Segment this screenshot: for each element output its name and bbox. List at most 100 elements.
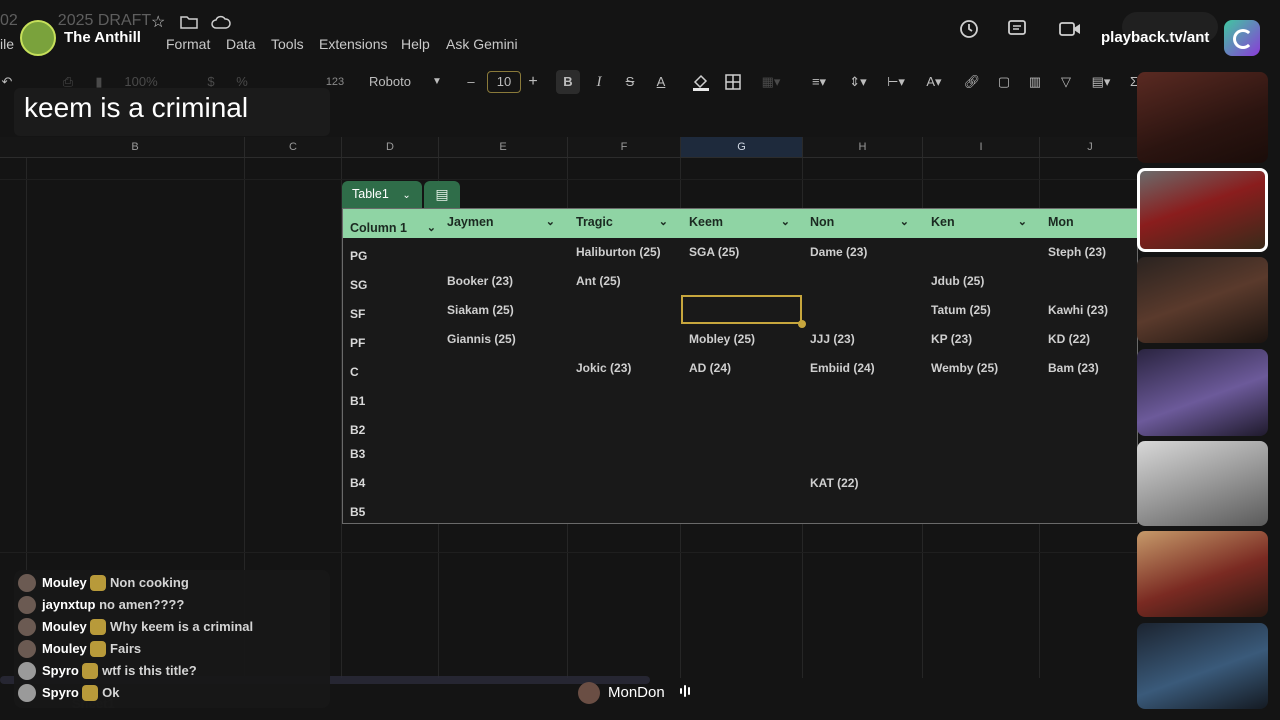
font-select[interactable]: Roboto — [369, 70, 429, 94]
table-header-jaymen[interactable]: Jaymen ⌄ — [447, 209, 567, 238]
table-header-label: Column 1 — [350, 221, 407, 235]
menu-help[interactable]: Help — [401, 36, 430, 52]
insert-link-icon[interactable]: 🔗︎ — [962, 70, 982, 94]
table-row-label-b3[interactable]: B3 — [350, 447, 365, 461]
insert-comment-icon[interactable]: ▢ — [994, 70, 1014, 94]
table-header-label: Keem — [689, 215, 724, 229]
table-frame — [342, 208, 1138, 524]
column-header-c[interactable]: C — [245, 137, 342, 157]
horizontal-align-icon[interactable]: ≡▾ — [804, 70, 834, 94]
table-cell[interactable]: Haliburton (25) — [576, 245, 661, 259]
table-row-label-pg[interactable]: PG — [350, 249, 367, 263]
text-wrapping-icon[interactable]: ⊢▾ — [881, 70, 911, 94]
table-cell[interactable]: Siakam (25) — [447, 303, 514, 317]
table-cell[interactable]: KD (22) — [1048, 332, 1090, 346]
fill-handle[interactable] — [798, 320, 806, 328]
table-name-tab[interactable]: Table1 ⌄ — [342, 181, 422, 208]
stream-site-label: playback.tv/ant — [1101, 29, 1210, 46]
table-row-label-b1[interactable]: B1 — [350, 394, 365, 408]
italic-button[interactable]: I — [590, 70, 608, 94]
filter-icon[interactable]: ▽ — [1057, 70, 1075, 94]
increase-font-size-button[interactable]: + — [526, 70, 540, 94]
column-header-j[interactable]: J — [1040, 137, 1141, 157]
table-row-label-b5[interactable]: B5 — [350, 505, 365, 519]
table-cell[interactable]: Wemby (25) — [931, 361, 998, 375]
chevron-down-icon[interactable]: ▼ — [432, 70, 442, 94]
table-cell[interactable]: Steph (23) — [1048, 245, 1106, 259]
menu-extensions[interactable]: Extensions — [319, 36, 387, 52]
text-color-button[interactable]: A — [652, 70, 670, 94]
text-rotation-icon[interactable]: A▾ — [919, 70, 949, 94]
star-icon[interactable]: ☆ — [151, 14, 165, 32]
table-cell[interactable]: Kawhi (23) — [1048, 303, 1108, 317]
cloud-status-icon[interactable] — [211, 14, 231, 32]
table-header-row: Column 1 ⌄ Jaymen ⌄ Tragic ⌄ Keem ⌄ Non … — [343, 209, 1137, 238]
webcam-tile — [1137, 531, 1268, 617]
table-header-non[interactable]: Non ⌄ — [810, 209, 921, 238]
font-size-input[interactable]: 10 — [487, 71, 521, 93]
table-header-tragic[interactable]: Tragic ⌄ — [576, 209, 680, 238]
menu-data[interactable]: Data — [226, 36, 256, 52]
table-cell[interactable]: Bam (23) — [1048, 361, 1099, 375]
table-row-label-pf[interactable]: PF — [350, 336, 365, 350]
table-row-label-b4[interactable]: B4 — [350, 476, 365, 490]
decrease-font-size-button[interactable]: – — [464, 70, 478, 94]
column-header-f[interactable]: F — [568, 137, 681, 157]
column-header-d[interactable]: D — [342, 137, 439, 157]
fill-color-icon[interactable] — [690, 70, 712, 94]
chat-text: wtf is this title? — [102, 663, 197, 678]
strikethrough-button[interactable]: S — [621, 70, 639, 94]
column-header-i[interactable]: I — [923, 137, 1040, 157]
shield-badge-icon — [90, 640, 107, 657]
table-header-label: Mon — [1048, 215, 1074, 229]
speaker-name: MonDon — [608, 684, 665, 701]
grid-line — [0, 179, 1140, 180]
video-call-icon[interactable] — [1059, 21, 1083, 40]
table-cell[interactable]: KAT (22) — [810, 476, 858, 490]
table-row-label-sf[interactable]: SF — [350, 307, 365, 321]
table-header-mon[interactable]: Mon — [1048, 209, 1137, 238]
table-cell[interactable]: Giannis (25) — [447, 332, 516, 346]
table-cell[interactable]: Jdub (25) — [931, 274, 984, 288]
table-cell[interactable]: AD (24) — [689, 361, 731, 375]
table-cell[interactable]: JJJ (23) — [810, 332, 855, 346]
vertical-align-icon[interactable]: ⇕▾ — [843, 70, 873, 94]
table-cell[interactable]: Tatum (25) — [931, 303, 991, 317]
table-cell[interactable]: Jokic (23) — [576, 361, 631, 375]
table-row-label-c[interactable]: C — [350, 365, 359, 379]
undo-icon[interactable]: ↶ — [0, 70, 14, 94]
menu-tools[interactable]: Tools — [271, 36, 304, 52]
merge-cells-icon[interactable]: ▦▾ — [756, 70, 786, 94]
borders-icon[interactable] — [724, 70, 742, 94]
table-row-label-sg[interactable]: SG — [350, 278, 367, 292]
table-header-column-1[interactable]: Column 1 ⌄ — [350, 215, 440, 244]
table-options-icon[interactable]: ▤ — [424, 181, 460, 208]
webcam-tile — [1137, 623, 1268, 709]
menu-file[interactable]: ile — [0, 36, 14, 52]
active-cell-selection[interactable] — [681, 295, 802, 324]
comments-icon[interactable] — [1007, 19, 1027, 42]
table-cell[interactable]: Dame (23) — [810, 245, 867, 259]
filter-views-icon[interactable]: ▤▾ — [1084, 70, 1118, 94]
column-header-b[interactable]: B — [26, 137, 245, 157]
insert-chart-icon[interactable]: ▥ — [1025, 70, 1045, 94]
table-cell[interactable]: Booker (23) — [447, 274, 513, 288]
column-header-g[interactable]: G — [681, 137, 803, 157]
table-header-ken[interactable]: Ken ⌄ — [931, 209, 1039, 238]
move-folder-icon[interactable] — [180, 14, 198, 33]
version-history-icon[interactable] — [958, 18, 980, 43]
table-cell[interactable]: KP (23) — [931, 332, 972, 346]
bold-button[interactable]: B — [556, 70, 580, 94]
menu-format[interactable]: Format — [166, 36, 210, 52]
table-cell[interactable]: SGA (25) — [689, 245, 739, 259]
table-cell[interactable]: Ant (25) — [576, 274, 621, 288]
table-row-label-b2[interactable]: B2 — [350, 423, 365, 437]
avatar — [578, 682, 600, 704]
table-cell[interactable]: Mobley (25) — [689, 332, 755, 346]
webcam-tile — [1137, 257, 1268, 343]
table-header-keem[interactable]: Keem ⌄ — [689, 209, 802, 238]
menu-ask-gemini[interactable]: Ask Gemini — [446, 36, 518, 52]
column-header-e[interactable]: E — [439, 137, 568, 157]
column-header-h[interactable]: H — [803, 137, 923, 157]
table-cell[interactable]: Embiid (24) — [810, 361, 875, 375]
